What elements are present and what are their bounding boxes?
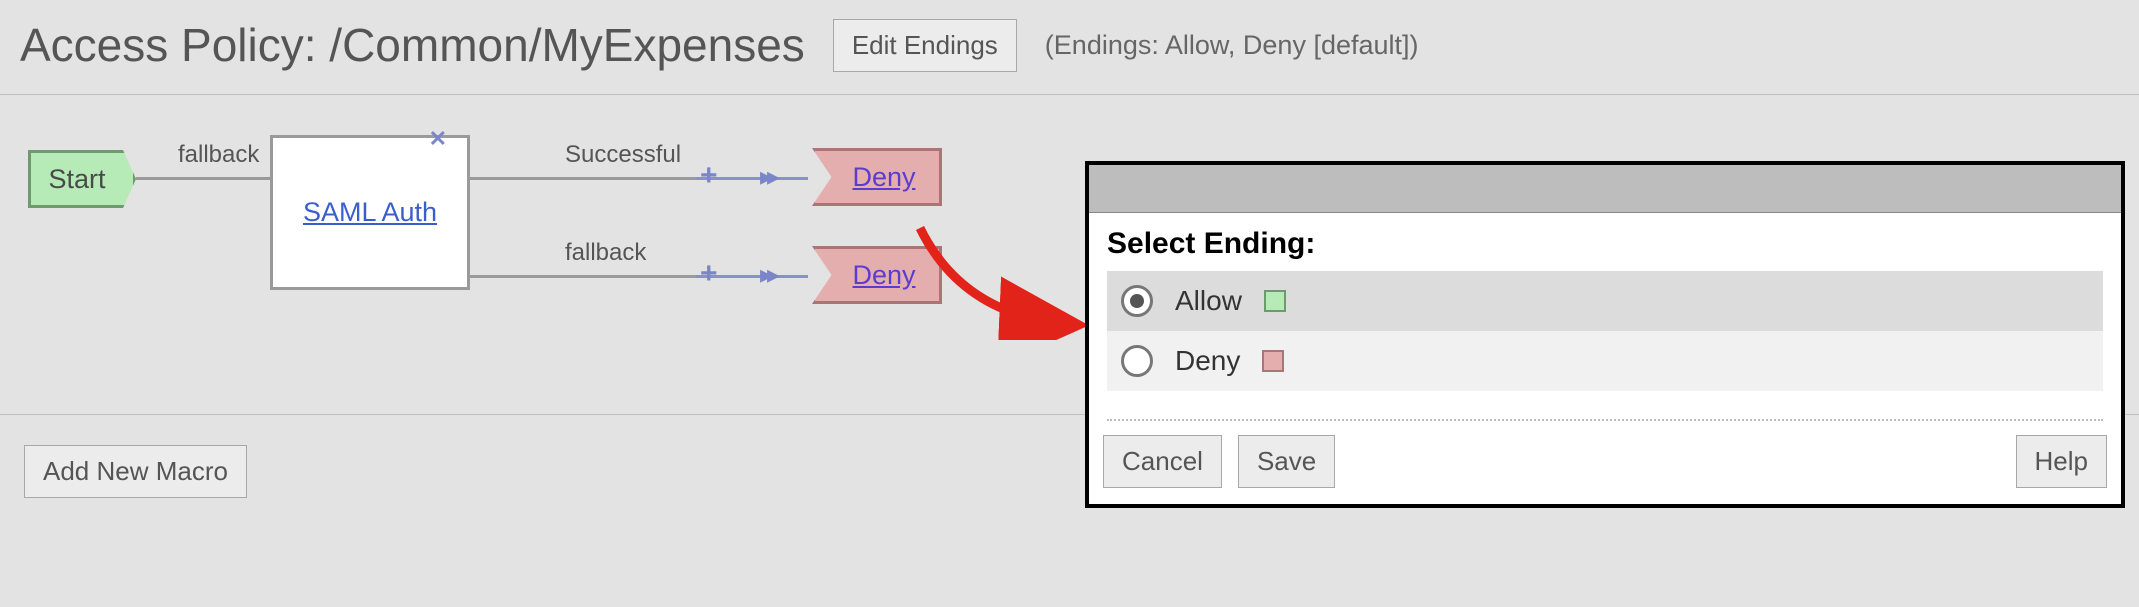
edge-successful <box>470 177 696 180</box>
edge-label-fallback2: fallback <box>565 239 646 267</box>
node-deny-2[interactable]: Deny <box>812 246 942 304</box>
help-button[interactable]: Help <box>2016 435 2107 488</box>
radio-icon[interactable] <box>1121 285 1153 317</box>
plus-icon[interactable]: + <box>700 161 718 191</box>
edge-label-fallback1: fallback <box>178 141 259 169</box>
dialog-heading: Select Ending: <box>1107 227 2103 261</box>
ending-option-label: Deny <box>1175 345 1240 377</box>
node-deny-1-link[interactable]: Deny <box>852 162 915 193</box>
save-button[interactable]: Save <box>1238 435 1335 488</box>
node-saml-auth[interactable]: ✕ SAML Auth <box>270 135 470 290</box>
node-start[interactable]: Start <box>28 150 136 208</box>
page-title: Access Policy: /Common/MyExpenses <box>20 18 805 72</box>
dialog-titlebar[interactable] <box>1089 165 2121 213</box>
close-icon[interactable]: ✕ <box>429 126 447 152</box>
node-deny-2-link[interactable]: Deny <box>852 260 915 291</box>
edge-fallback <box>470 275 696 278</box>
arrow-icon: ▸▸ <box>760 163 774 189</box>
plus-icon[interactable]: + <box>700 259 718 289</box>
color-swatch-deny <box>1262 350 1284 372</box>
edge-label-successful: Successful <box>565 141 681 169</box>
ending-option-label: Allow <box>1175 285 1242 317</box>
header-bar: Access Policy: /Common/MyExpenses Edit E… <box>0 0 2139 95</box>
node-saml-link[interactable]: SAML Auth <box>303 197 437 228</box>
node-deny-1[interactable]: Deny <box>812 148 942 206</box>
edge-start-saml <box>136 177 270 180</box>
node-start-label: Start <box>48 164 105 195</box>
arrow-icon: ▸▸ <box>760 261 774 287</box>
endings-summary: (Endings: Allow, Deny [default]) <box>1045 30 1419 61</box>
edit-endings-button[interactable]: Edit Endings <box>833 19 1017 72</box>
ending-option-deny[interactable]: Deny <box>1107 331 2103 391</box>
radio-icon[interactable] <box>1121 345 1153 377</box>
ending-option-allow[interactable]: Allow <box>1107 271 2103 331</box>
cancel-button[interactable]: Cancel <box>1103 435 1222 488</box>
add-new-macro-button[interactable]: Add New Macro <box>24 445 247 498</box>
color-swatch-allow <box>1264 290 1286 312</box>
select-ending-dialog: Select Ending: Allow Deny Cancel Save He… <box>1085 161 2125 508</box>
